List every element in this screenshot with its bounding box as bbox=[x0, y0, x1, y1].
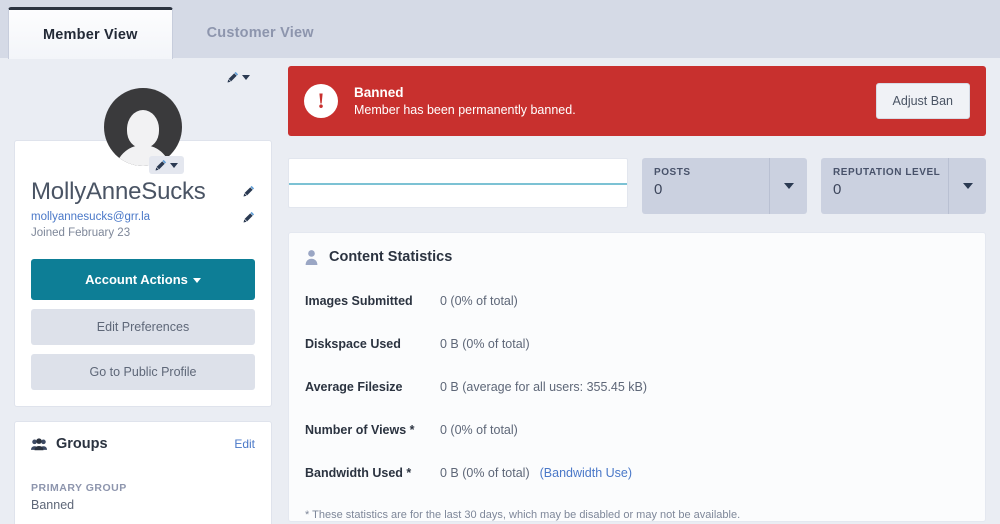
email-and-joined: mollyannesucks@grr.la Joined February 23 bbox=[31, 205, 150, 239]
profile-card: MollyAnneSucks mollyannesucks@grr.la Joi… bbox=[14, 140, 272, 408]
chevron-down-icon bbox=[170, 162, 178, 168]
diskspace-used-value: 0 B (0% of total) bbox=[440, 337, 530, 351]
stat-row-diskspace-used: Diskspace Used 0 B (0% of total) bbox=[289, 337, 985, 351]
banner-title: Banned bbox=[354, 85, 404, 100]
activity-graph-line bbox=[289, 183, 627, 185]
bandwidth-used-value: 0 B (0% of total) bbox=[440, 466, 530, 480]
exclamation-glyph: ! bbox=[317, 88, 325, 113]
posts-value: 0 bbox=[654, 181, 663, 198]
pencil-icon bbox=[227, 71, 239, 83]
profile-username: MollyAnneSucks bbox=[31, 178, 206, 205]
number-of-views-value: 0 (0% of total) bbox=[440, 423, 518, 437]
average-filesize-label: Average Filesize bbox=[305, 380, 403, 394]
images-submitted-label: Images Submitted bbox=[305, 294, 413, 308]
chevron-down-icon bbox=[783, 183, 794, 189]
pencil-icon bbox=[155, 159, 167, 171]
banner-subtitle: Member has been permanently banned. bbox=[354, 103, 576, 117]
username-row: MollyAnneSucks bbox=[31, 178, 255, 205]
avatar-head bbox=[127, 110, 159, 148]
stats-strip: POSTS 0 REPUTATION LEVEL 0 bbox=[288, 158, 986, 214]
avatar-edit-menu-button[interactable] bbox=[149, 156, 184, 174]
email-row: mollyannesucks@grr.la Joined February 23 bbox=[31, 205, 255, 239]
posts-main: POSTS 0 bbox=[642, 158, 769, 214]
tab-customer-view[interactable]: Customer View bbox=[173, 8, 348, 58]
profile-edit-menu-button[interactable] bbox=[227, 71, 250, 83]
adjust-ban-button[interactable]: Adjust Ban bbox=[875, 83, 970, 119]
reputation-main: REPUTATION LEVEL 0 bbox=[821, 158, 948, 214]
account-actions-button[interactable]: Account Actions bbox=[31, 259, 255, 301]
posts-label: POSTS bbox=[654, 167, 691, 178]
adjust-ban-label: Adjust Ban bbox=[892, 94, 953, 108]
stat-row-images-submitted: Images Submitted 0 (0% of total) bbox=[289, 294, 985, 308]
chevron-down-icon bbox=[192, 278, 201, 284]
stat-box-posts[interactable]: POSTS 0 bbox=[642, 158, 807, 214]
banner-text: Banned Member has been permanently banne… bbox=[354, 85, 860, 117]
avatar-area bbox=[14, 88, 272, 174]
main-content: ! Banned Member has been permanently ban… bbox=[288, 58, 986, 524]
images-submitted-value: 0 (0% of total) bbox=[440, 294, 518, 308]
posts-dropdown-toggle[interactable] bbox=[769, 158, 807, 214]
reputation-label: REPUTATION LEVEL bbox=[833, 167, 941, 178]
content-statistics-panel: Content Statistics Images Submitted 0 (0… bbox=[288, 232, 986, 522]
profile-email[interactable]: mollyannesucks@grr.la bbox=[31, 211, 150, 223]
account-actions-label: Account Actions bbox=[85, 272, 188, 288]
stat-box-reputation-level[interactable]: REPUTATION LEVEL 0 bbox=[821, 158, 986, 214]
stat-row-bandwidth-used: Bandwidth Used * 0 B (0% of total) (Band… bbox=[289, 466, 985, 480]
person-icon bbox=[305, 249, 318, 265]
tab-member-view-label: Member View bbox=[43, 26, 138, 43]
profile-sidebar: MollyAnneSucks mollyannesucks@grr.la Joi… bbox=[14, 58, 272, 524]
primary-group-label: PRIMARY GROUP bbox=[31, 482, 127, 495]
edit-preferences-button[interactable]: Edit Preferences bbox=[31, 309, 255, 346]
bandwidth-use-link[interactable]: (Bandwidth Use) bbox=[540, 466, 632, 480]
content-statistics-title: Content Statistics bbox=[329, 249, 453, 265]
groups-title: Groups bbox=[31, 436, 108, 452]
average-filesize-value: 0 B (average for all users: 355.45 kB) bbox=[440, 380, 648, 394]
tab-member-view[interactable]: Member View bbox=[8, 7, 173, 59]
content-statistics-footnote: * These statistics are for the last 30 d… bbox=[305, 509, 741, 521]
diskspace-used-label: Diskspace Used bbox=[305, 337, 401, 351]
go-to-public-profile-label: Go to Public Profile bbox=[89, 365, 197, 380]
edit-username-button[interactable] bbox=[243, 179, 255, 197]
stat-row-number-of-views: Number of Views * 0 (0% of total) bbox=[289, 423, 985, 437]
go-to-public-profile-button[interactable]: Go to Public Profile bbox=[31, 354, 255, 391]
content-statistics-header: Content Statistics bbox=[289, 249, 985, 265]
groups-header: Groups Edit bbox=[31, 436, 255, 452]
reputation-dropdown-toggle[interactable] bbox=[948, 158, 986, 214]
users-group-icon bbox=[31, 438, 47, 451]
sidebar-top-edit bbox=[14, 58, 272, 88]
primary-group-value: Banned bbox=[31, 498, 75, 513]
stat-row-average-filesize: Average Filesize 0 B (average for all us… bbox=[289, 380, 985, 394]
groups-edit-link[interactable]: Edit bbox=[234, 437, 255, 451]
tab-customer-view-label: Customer View bbox=[206, 25, 314, 41]
avatar bbox=[104, 88, 182, 166]
page-body: MollyAnneSucks mollyannesucks@grr.la Joi… bbox=[0, 58, 1000, 524]
edit-preferences-label: Edit Preferences bbox=[96, 320, 190, 335]
edit-email-button[interactable] bbox=[243, 205, 255, 223]
bandwidth-used-label: Bandwidth Used * bbox=[305, 466, 412, 480]
pencil-icon bbox=[243, 212, 255, 223]
view-tabbar: Member View Customer View bbox=[0, 0, 1000, 59]
exclamation-circle-icon: ! bbox=[304, 84, 338, 118]
activity-graph bbox=[288, 158, 628, 208]
groups-title-label: Groups bbox=[56, 436, 108, 453]
chevron-down-icon bbox=[242, 74, 250, 80]
chevron-down-icon bbox=[962, 183, 973, 189]
pencil-icon bbox=[243, 185, 255, 197]
profile-joined-date: Joined February 23 bbox=[31, 227, 131, 240]
reputation-value: 0 bbox=[833, 181, 842, 198]
ban-status-banner: ! Banned Member has been permanently ban… bbox=[288, 66, 986, 136]
groups-card: Groups Edit PRIMARY GROUP Banned bbox=[14, 421, 272, 524]
number-of-views-label: Number of Views * bbox=[305, 423, 415, 437]
